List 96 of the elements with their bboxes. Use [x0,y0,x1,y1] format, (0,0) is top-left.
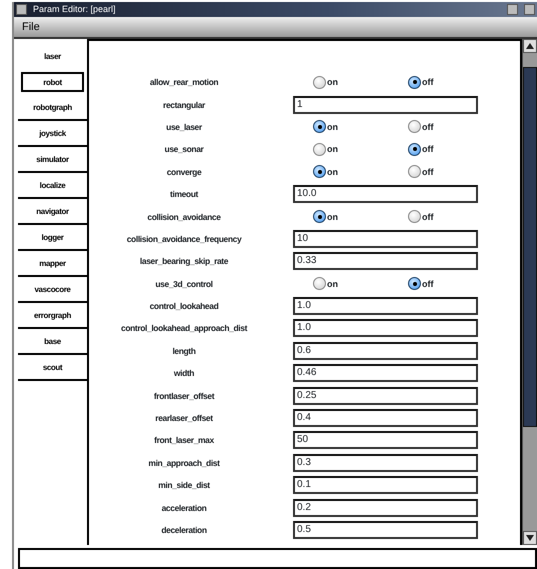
radio-button[interactable] [408,120,421,134]
param-label: control_lookahead_approach_dist [120,323,248,334]
radio-option[interactable]: on [279,142,374,156]
scroll-down-button[interactable] [523,531,537,545]
text-field[interactable]: 10 [293,230,478,248]
param-label: control_lookahead [148,301,220,312]
radio-label: off [422,77,434,88]
param-label: length [171,346,197,356]
radio-option[interactable]: on [279,165,374,178]
tab[interactable]: laser [18,43,87,69]
text-field[interactable]: 0.46 [293,364,478,382]
radio-option[interactable]: on [279,277,374,290]
radio-option[interactable]: off [374,165,469,178]
radio-option[interactable]: off [374,120,469,134]
text-field[interactable]: 0.2 [293,498,478,517]
radio-label: off [422,278,434,289]
radio-button[interactable] [313,210,326,224]
radio-button[interactable] [313,120,326,134]
close-button[interactable] [524,4,535,15]
text-field[interactable]: 0.25 [293,386,478,405]
tab[interactable]: scout [18,355,87,381]
radio-button[interactable] [313,142,326,156]
radio-option[interactable]: on [279,210,374,224]
param-label: allow_rear_motion [148,77,220,88]
param-label: converge [166,166,202,177]
up-arrow-icon [526,43,534,49]
radio-option[interactable]: off [374,142,469,156]
text-field[interactable]: 1.0 [293,319,478,338]
radio-label: on [327,77,338,88]
minimize-button[interactable] [16,4,27,15]
scroll-up-button[interactable] [523,39,537,53]
param-label: front_laser_max [153,435,215,446]
radio-label: on [327,166,338,177]
param-label: collision_avoidance [146,212,222,222]
radio-button[interactable] [408,76,421,89]
param-label: acceleration [160,502,208,513]
text-field[interactable]: 0.33 [293,252,478,270]
param-label: min_approach_dist [147,458,221,468]
param-label: use_3d_control [154,278,214,289]
radio-label: off [422,212,434,222]
param-label: min_side_dist [157,480,211,490]
param-label: timeout [169,189,200,200]
tab[interactable]: base [18,329,87,355]
param-label: use_sonar [164,144,205,154]
scroll-thumb[interactable] [523,67,537,427]
param-label: collision_avoidance_frequency [126,234,243,244]
text-field[interactable]: 0.5 [293,521,478,539]
radio-label: off [422,144,434,154]
radio-label: on [327,122,338,132]
param-label: width [172,368,196,378]
radio-label: off [422,122,434,132]
window-title: Param Editor: [pearl] [33,2,116,16]
radio-option[interactable]: off [374,210,469,224]
text-field[interactable]: 0.3 [293,454,478,472]
tab[interactable]: navigator [18,199,87,225]
radio-option[interactable]: on [279,76,374,89]
tab[interactable]: logger [18,225,87,251]
text-field[interactable]: 0.4 [293,409,478,428]
text-field[interactable]: 0.6 [293,342,478,360]
tab[interactable]: mapper [18,251,87,277]
tab[interactable]: joystick [18,121,87,147]
radio-label: on [327,144,338,154]
radio-button[interactable] [408,277,421,290]
radio-button[interactable] [408,165,421,178]
radio-button[interactable] [408,210,421,224]
radio-option[interactable]: on [279,120,374,134]
param-label: frontlaser_offset [152,390,216,401]
radio-button[interactable] [408,142,421,156]
restore-button[interactable] [507,4,518,15]
text-field[interactable]: 1 [293,96,478,114]
tab[interactable]: simulator [18,147,87,173]
text-field[interactable]: 0.1 [293,476,478,494]
radio-option[interactable]: off [374,277,469,290]
scrollbar[interactable] [522,39,537,545]
tab[interactable]: robot [21,72,84,92]
radio-label: on [327,278,338,289]
radio-label: off [422,166,434,177]
radio-button[interactable] [313,277,326,290]
tab[interactable]: vascocore [18,277,87,303]
radio-button[interactable] [313,76,326,89]
param-label: rectangular [162,100,206,110]
radio-label: on [327,212,338,222]
menu-item[interactable]: File [22,18,40,36]
text-field[interactable]: 1.0 [293,297,478,316]
text-field[interactable]: 50 [293,431,478,450]
down-arrow-icon [526,535,534,541]
param-label: deceleration [160,525,208,535]
radio-button[interactable] [313,165,326,178]
tab[interactable]: localize [18,173,87,199]
tab[interactable]: robotgraph [18,95,87,121]
param-label: laser_bearing_skip_rate [138,256,230,266]
radio-option[interactable]: off [374,76,469,89]
tab[interactable]: errorgraph [18,303,87,329]
text-field[interactable]: 10.0 [293,185,478,204]
param-label: rearlaser_offset [154,413,214,424]
param-label: use_laser [165,122,203,132]
